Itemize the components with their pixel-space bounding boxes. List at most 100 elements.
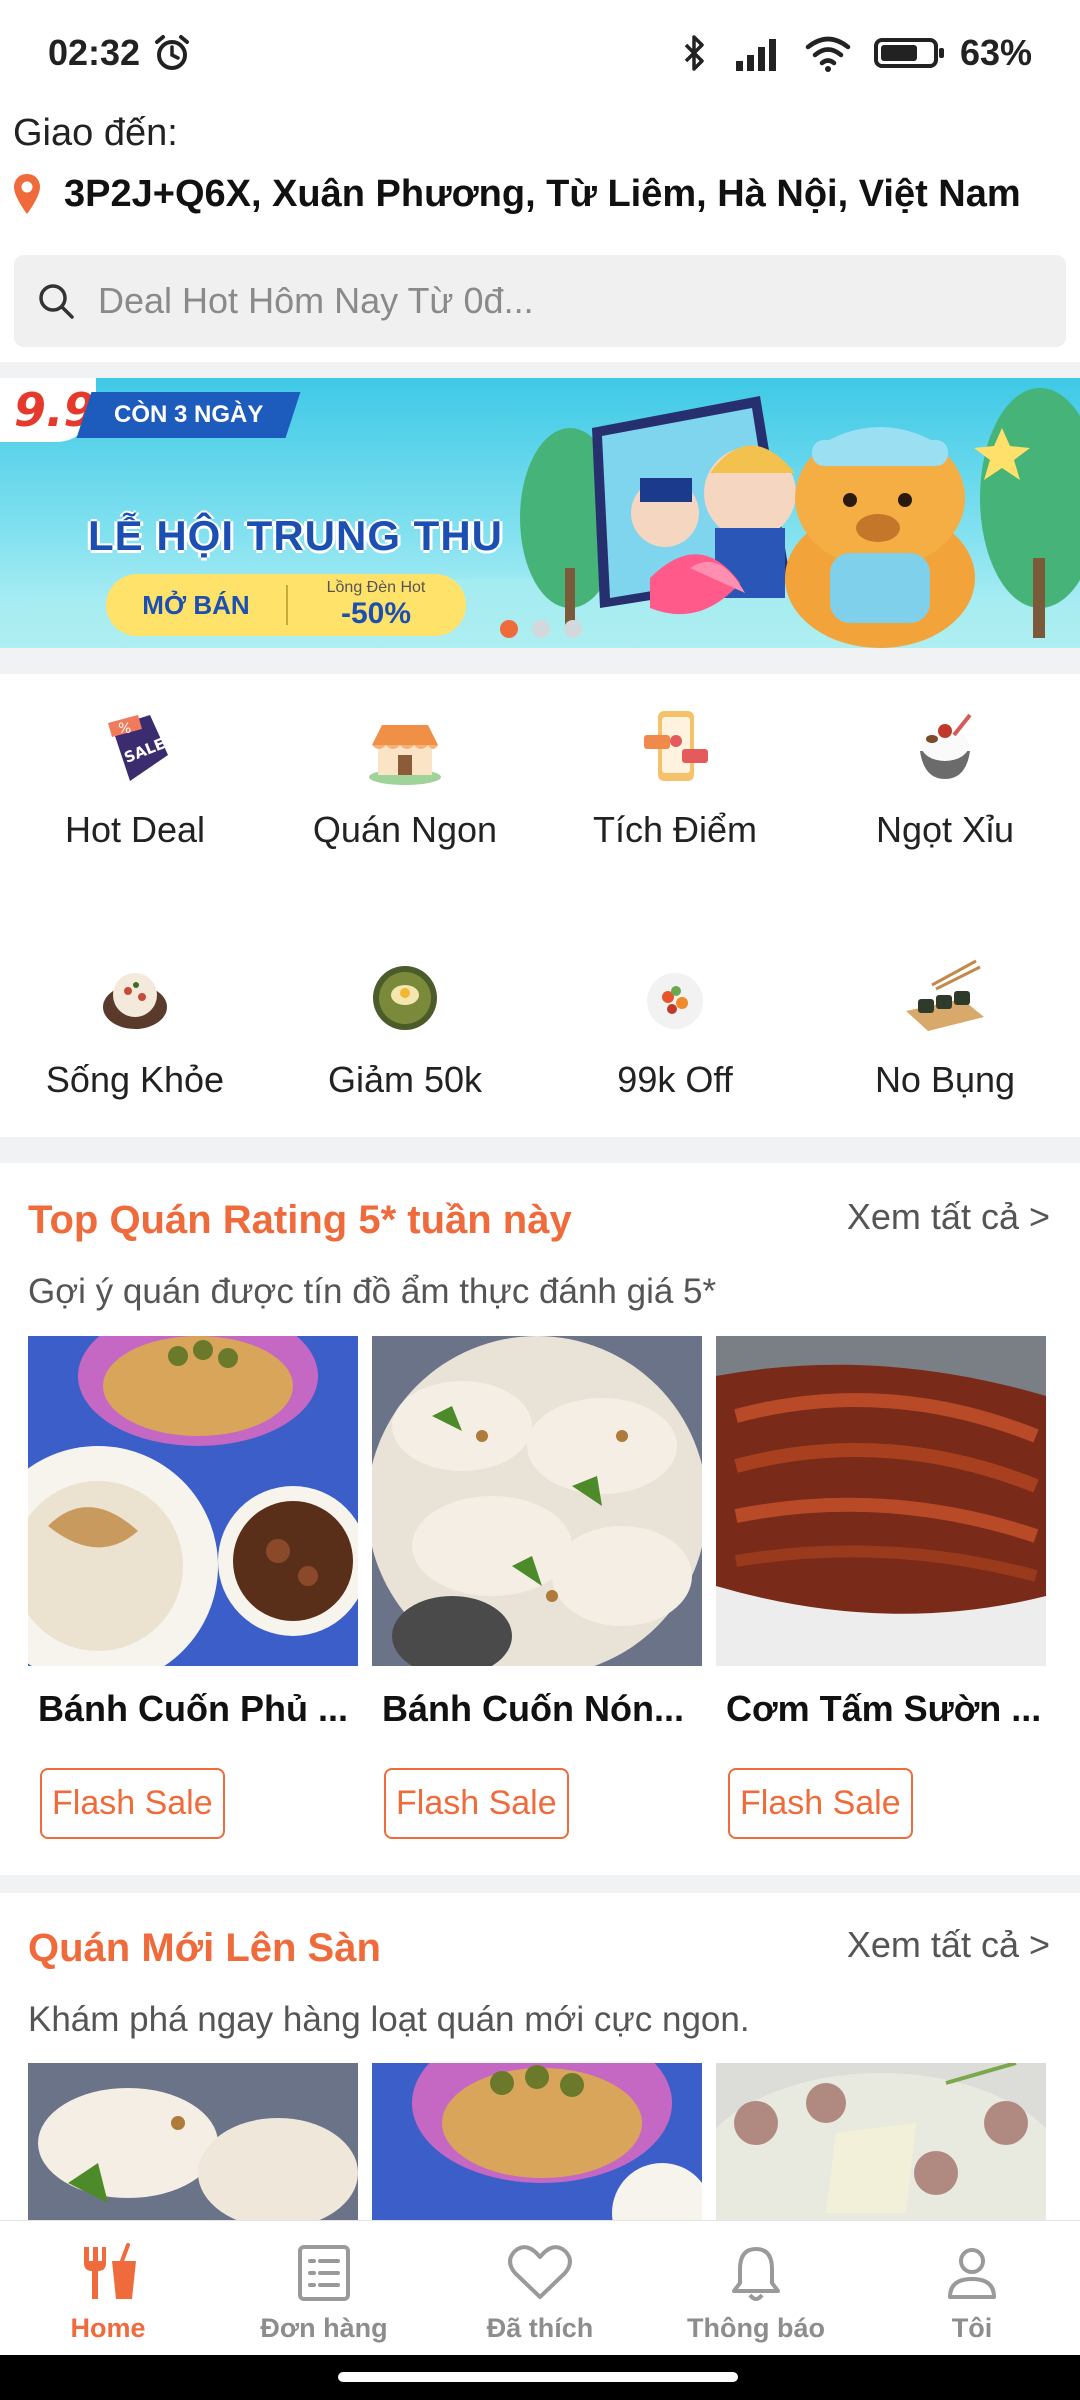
user-icon [948, 2248, 996, 2299]
nav-notifications[interactable]: Thông báo [648, 2221, 864, 2355]
restaurant-name: Cơm Tấm Sườn ... [726, 1688, 1042, 1729]
restaurant-image [28, 1336, 358, 1666]
category-label: Hot Deal [64, 809, 206, 850]
category-label: Sống Khỏe [45, 1059, 225, 1100]
restaurant-image [716, 1336, 1046, 1666]
nav-orders[interactable]: Đơn hàng [216, 2221, 432, 2355]
section-title-new: Quán Mới Lên Sàn [28, 1926, 381, 1970]
flash-sale-badge: Flash Sale [384, 1768, 569, 1839]
restaurant-image [716, 2063, 1046, 2223]
signal-icon [735, 38, 776, 71]
location-pin-icon [14, 174, 40, 214]
salad-icon [647, 973, 703, 1029]
carousel-dot[interactable] [500, 620, 518, 638]
restaurant-image [372, 1336, 702, 1666]
home-indicator[interactable] [338, 2372, 738, 2382]
dessert-icon [920, 713, 972, 779]
restaurant-image [28, 2063, 358, 2223]
list-icon [298, 2245, 350, 2301]
open-sale-label: MỞ BÁN [142, 589, 250, 620]
restaurant-name: Bánh Cuốn Phủ ... [38, 1688, 348, 1729]
category-song-khoe[interactable]: Sống Khỏe [0, 955, 270, 1101]
phone-points-icon [644, 711, 708, 781]
bluetooth-icon [684, 34, 704, 71]
restaurant-card[interactable]: Cơm Tấm Sườn ... Flash Sale [716, 1336, 1046, 1839]
fork-cup-icon [84, 2243, 136, 2299]
divider [0, 1875, 1080, 1893]
search-icon [39, 284, 74, 319]
category-label: Ngọt Xỉu [875, 809, 1015, 850]
see-all-new-link[interactable]: Xem tất cả > [847, 1924, 1050, 1966]
category-label: Giảm 50k [327, 1059, 483, 1100]
category-label: 99k Off [617, 1059, 733, 1100]
nav-favorites[interactable]: Đã thích [432, 2221, 648, 2355]
category-tich-diem[interactable]: Tích Điểm [540, 705, 810, 851]
status-bar: 02:32 63% [0, 0, 1080, 105]
section-title-top-rated: Top Quán Rating 5* tuần này [28, 1198, 572, 1242]
nav-profile[interactable]: Tôi [864, 2221, 1080, 2355]
bottom-nav: Home Đơn hàng Đã thích Thông báo Tôi [0, 2220, 1080, 2355]
banner-headline: LỄ HỘI TRUNG THU [88, 512, 503, 559]
restaurant-image [372, 2063, 702, 2223]
category-label: No Bụng [874, 1059, 1016, 1100]
svg-text:%: % [118, 721, 131, 737]
alarm-icon [155, 34, 190, 70]
section-subtitle-new: Khám phá ngay hàng loạt quán mới cực ngo… [28, 2000, 750, 2039]
nav-label: Home [70, 2313, 146, 2343]
carousel-dots[interactable] [500, 620, 582, 638]
restaurant-card[interactable] [372, 2063, 702, 2223]
healthy-food-icon [103, 973, 167, 1029]
restaurant-card[interactable] [28, 2063, 358, 2223]
promo-banner[interactable]: 9.9 CÒN 3 NGÀY LỄ HỘI TRUNG THU MỞ BÁN L… [0, 378, 1080, 648]
heart-icon [508, 2245, 572, 2299]
restaurant-card[interactable]: Bánh Cuốn Nón... Flash Sale [372, 1336, 702, 1839]
shop-icon [369, 725, 441, 785]
discount-label: -50% [340, 597, 412, 630]
divider [0, 1137, 1080, 1163]
status-right: 63% [680, 32, 1032, 74]
banner-sale-pill: MỞ BÁN Lồng Đèn Hot -50% [106, 574, 466, 636]
restaurant-card[interactable]: Bánh Cuốn Phủ ... Flash Sale [28, 1336, 358, 1839]
category-label: Quán Ngon [312, 809, 498, 850]
category-hot-deal[interactable]: SALE % Hot Deal [0, 705, 270, 851]
see-all-top-rated-link[interactable]: Xem tất cả > [847, 1196, 1050, 1238]
nav-label: Thông báo [687, 2313, 825, 2343]
sushi-icon [906, 959, 984, 1031]
category-label: Tích Điểm [592, 809, 758, 850]
restaurant-card[interactable] [716, 2063, 1046, 2223]
deliver-to-label: Giao đến: [13, 112, 178, 154]
nav-label: Đơn hàng [260, 2313, 388, 2343]
battery-percent: 63% [959, 31, 1032, 73]
gesture-bar [0, 2355, 1080, 2400]
lantern-label: Lồng Đèn Hot [326, 579, 426, 596]
nav-label: Đã thích [486, 2313, 594, 2343]
divider [0, 648, 1080, 674]
flash-sale-badge: Flash Sale [40, 1768, 225, 1839]
app-screen: { "status_bar": { "time": "02:32", "netw… [0, 0, 1080, 2400]
battery-icon [873, 37, 944, 68]
lantern-promo: Lồng Đèn Hot -50% [288, 579, 464, 631]
address-text: 3P2J+Q6X, Xuân Phương, Từ Liêm, Hà Nội, … [64, 172, 1021, 215]
category-99k-off[interactable]: 99k Off [540, 955, 810, 1101]
nav-label: Tôi [951, 2313, 993, 2343]
sale-tag-icon: SALE % [108, 715, 168, 781]
nav-home[interactable]: Home [0, 2221, 216, 2355]
category-quan-ngon[interactable]: Quán Ngon [270, 705, 540, 851]
carousel-dot[interactable] [532, 620, 550, 638]
section-subtitle-top-rated: Gợi ý quán được tín đồ ẩm thực đánh giá … [28, 1272, 717, 1311]
category-no-bung[interactable]: No Bụng [810, 955, 1080, 1101]
restaurant-name: Bánh Cuốn Nón... [382, 1688, 684, 1729]
category-ngot-xiu[interactable]: Ngọt Xỉu [810, 705, 1080, 851]
flash-sale-badge: Flash Sale [728, 1768, 913, 1839]
wifi-icon [805, 36, 851, 72]
bell-icon [732, 2247, 780, 2301]
search-placeholder: Deal Hot Hôm Nay Từ 0đ... [98, 280, 534, 321]
divider [0, 362, 1080, 378]
plate-discount-icon [373, 966, 437, 1030]
delivery-address[interactable]: 3P2J+Q6X, Xuân Phương, Từ Liêm, Hà Nội, … [12, 172, 1021, 216]
status-time: 02:32 [48, 31, 141, 73]
carousel-dot[interactable] [564, 620, 582, 638]
search-bar[interactable]: Deal Hot Hôm Nay Từ 0đ... [14, 255, 1066, 347]
category-giam-50k[interactable]: Giảm 50k [270, 955, 540, 1101]
days-left-tag: CÒN 3 NGÀY [76, 392, 301, 438]
